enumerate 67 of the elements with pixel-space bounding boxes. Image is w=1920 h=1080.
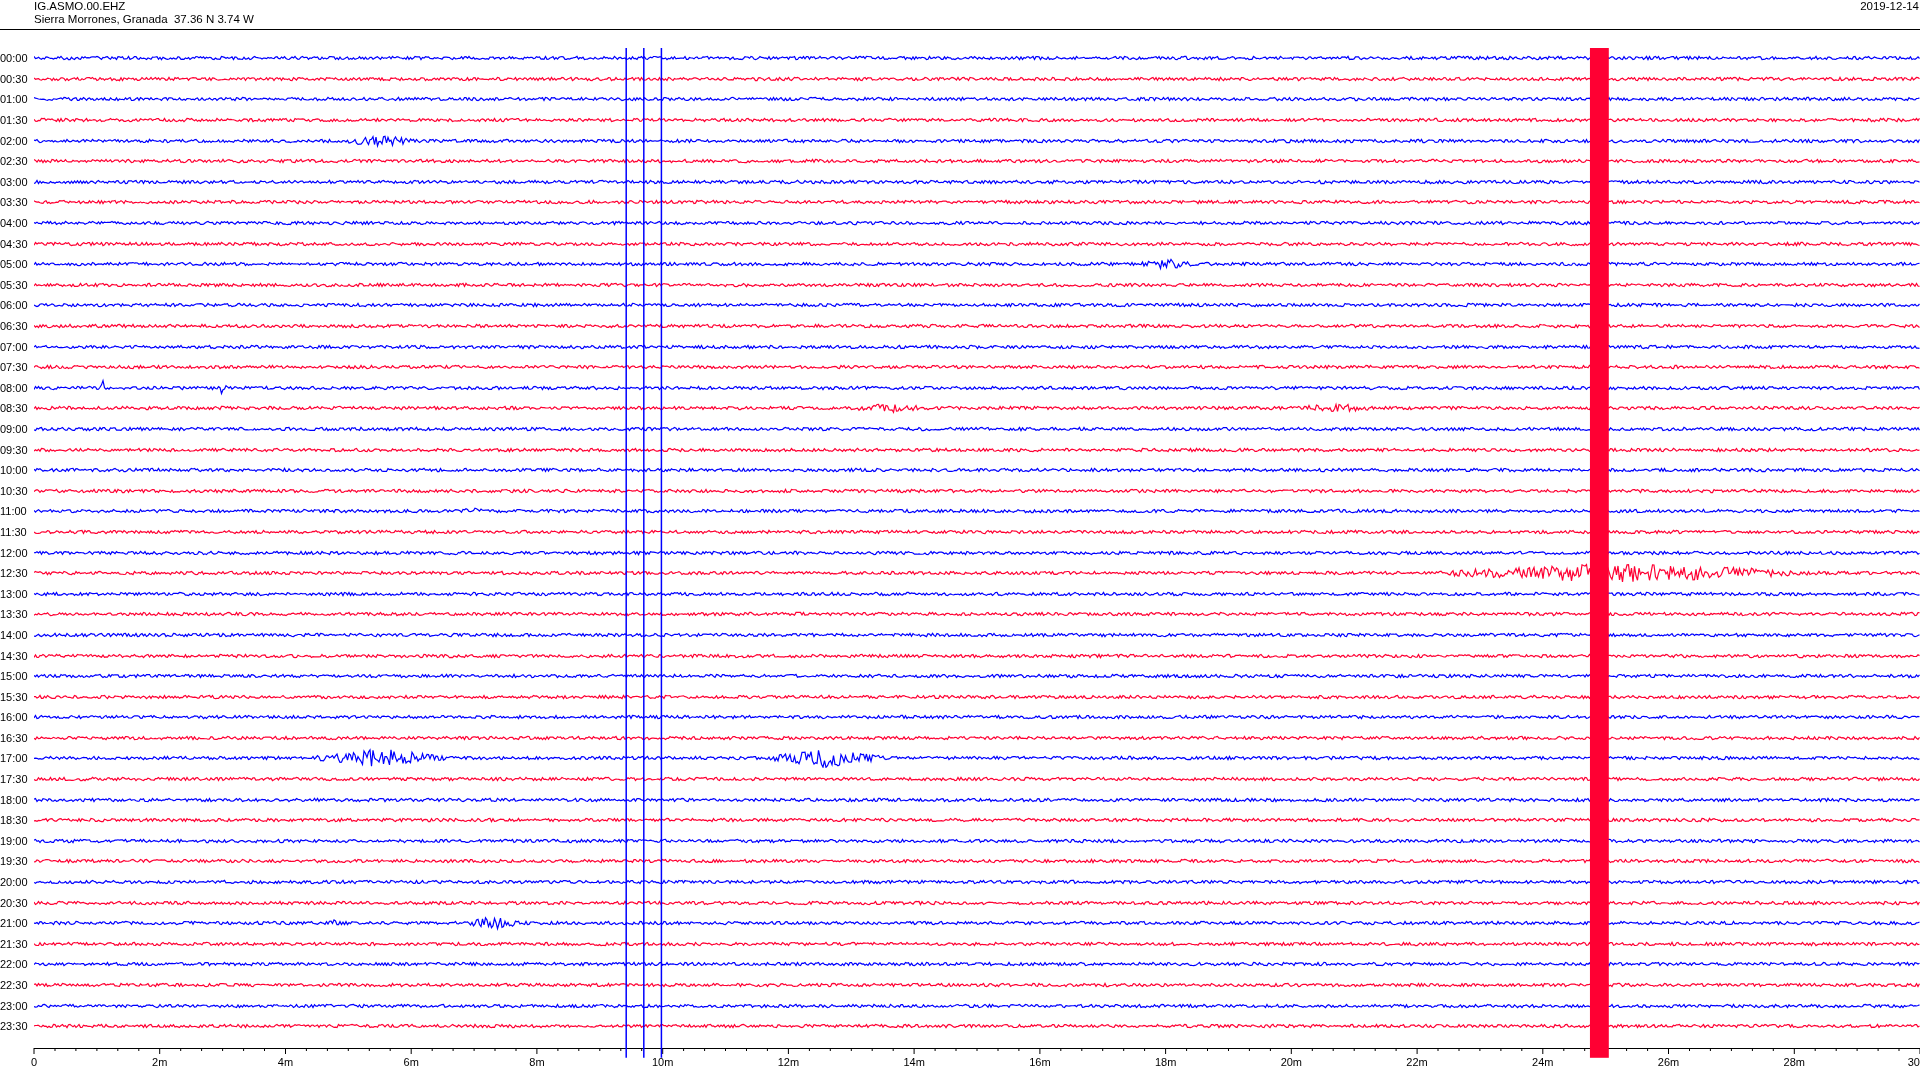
time-label: 23:00 [0, 999, 29, 1012]
time-label: 16:00 [0, 711, 29, 724]
time-label: 05:30 [0, 278, 29, 291]
axis-tick-label: 12m [777, 1055, 800, 1068]
axis-tick-label: 16m [1029, 1055, 1051, 1068]
axis-tick-label: 22m [1406, 1055, 1428, 1068]
time-label: 16:30 [0, 731, 29, 744]
time-label: 05:00 [0, 258, 29, 271]
time-label: 01:00 [0, 93, 29, 106]
axis-tick-label: 2m [152, 1055, 168, 1068]
axis-tick-label: 8m [529, 1055, 545, 1068]
axis-tick-label: 4m [277, 1055, 294, 1068]
time-label: 03:30 [0, 196, 29, 209]
time-label: 20:00 [0, 876, 29, 889]
station-code: IG.ASMO.00.EHZ [34, 0, 127, 13]
time-label: 13:00 [0, 587, 29, 600]
time-label: 03:00 [0, 175, 29, 188]
time-label: 15:30 [0, 690, 29, 703]
time-label: 02:00 [0, 134, 29, 147]
time-label: 08:00 [0, 381, 29, 394]
axis-tick-label: 20m [1280, 1055, 1303, 1068]
time-label: 12:30 [0, 567, 29, 580]
axis-tick-label: 24m [1532, 1055, 1554, 1068]
time-label: 20:30 [0, 896, 29, 909]
time-label: 00:00 [0, 52, 29, 65]
time-label: 12:00 [0, 546, 29, 559]
time-label: 14:00 [0, 628, 29, 641]
time-label: 17:30 [0, 773, 29, 786]
time-label: 11:30 [0, 525, 28, 538]
time-label: 11:00 [0, 505, 28, 518]
time-label: 19:30 [0, 855, 29, 868]
time-label: 04:00 [0, 217, 29, 230]
axis-tick-label: 28m [1783, 1055, 1805, 1068]
station-location: Sierra Morrones, Granada 37.36 N 3.74 W [34, 13, 254, 26]
time-label: 10:00 [0, 464, 29, 477]
time-label: 19:00 [0, 834, 29, 847]
time-label: 13:30 [0, 608, 29, 621]
time-label: 10:30 [0, 484, 29, 497]
time-label: 04:30 [0, 237, 29, 250]
time-label: 06:00 [0, 299, 29, 312]
time-label: 22:00 [0, 958, 29, 971]
time-label: 21:30 [0, 937, 29, 950]
axis-tick-label: 0 [30, 1055, 38, 1068]
plot-date: 2019-12-14 [1860, 0, 1920, 13]
axis-tick-label: 26m [1657, 1055, 1680, 1068]
time-label: 15:00 [0, 670, 29, 683]
time-label: 07:30 [0, 361, 29, 374]
time-label: 23:30 [0, 1020, 29, 1033]
time-label: 08:30 [0, 402, 29, 415]
time-label: 21:00 [0, 917, 29, 930]
time-label: 22:30 [0, 979, 29, 991]
time-label: 09:30 [0, 443, 29, 456]
time-label: 18:00 [0, 793, 29, 806]
time-label: 02:30 [0, 155, 29, 168]
time-label: 00:30 [0, 72, 29, 85]
axis-tick-label: 30 [1907, 1055, 1920, 1068]
time-label: 18:30 [0, 814, 29, 827]
time-label: 07:00 [0, 340, 29, 353]
time-label: 09:00 [0, 423, 29, 435]
time-label: 14:30 [0, 649, 29, 662]
axis-tick-label: 18m [1154, 1055, 1177, 1068]
time-label: 17:00 [0, 752, 29, 765]
axis-tick-label: 6m [403, 1055, 419, 1068]
time-label: 01:30 [0, 114, 29, 127]
axis-tick-label: 14m [903, 1055, 925, 1068]
time-label: 06:30 [0, 320, 29, 332]
axis-tick-label: 10m [651, 1055, 674, 1068]
